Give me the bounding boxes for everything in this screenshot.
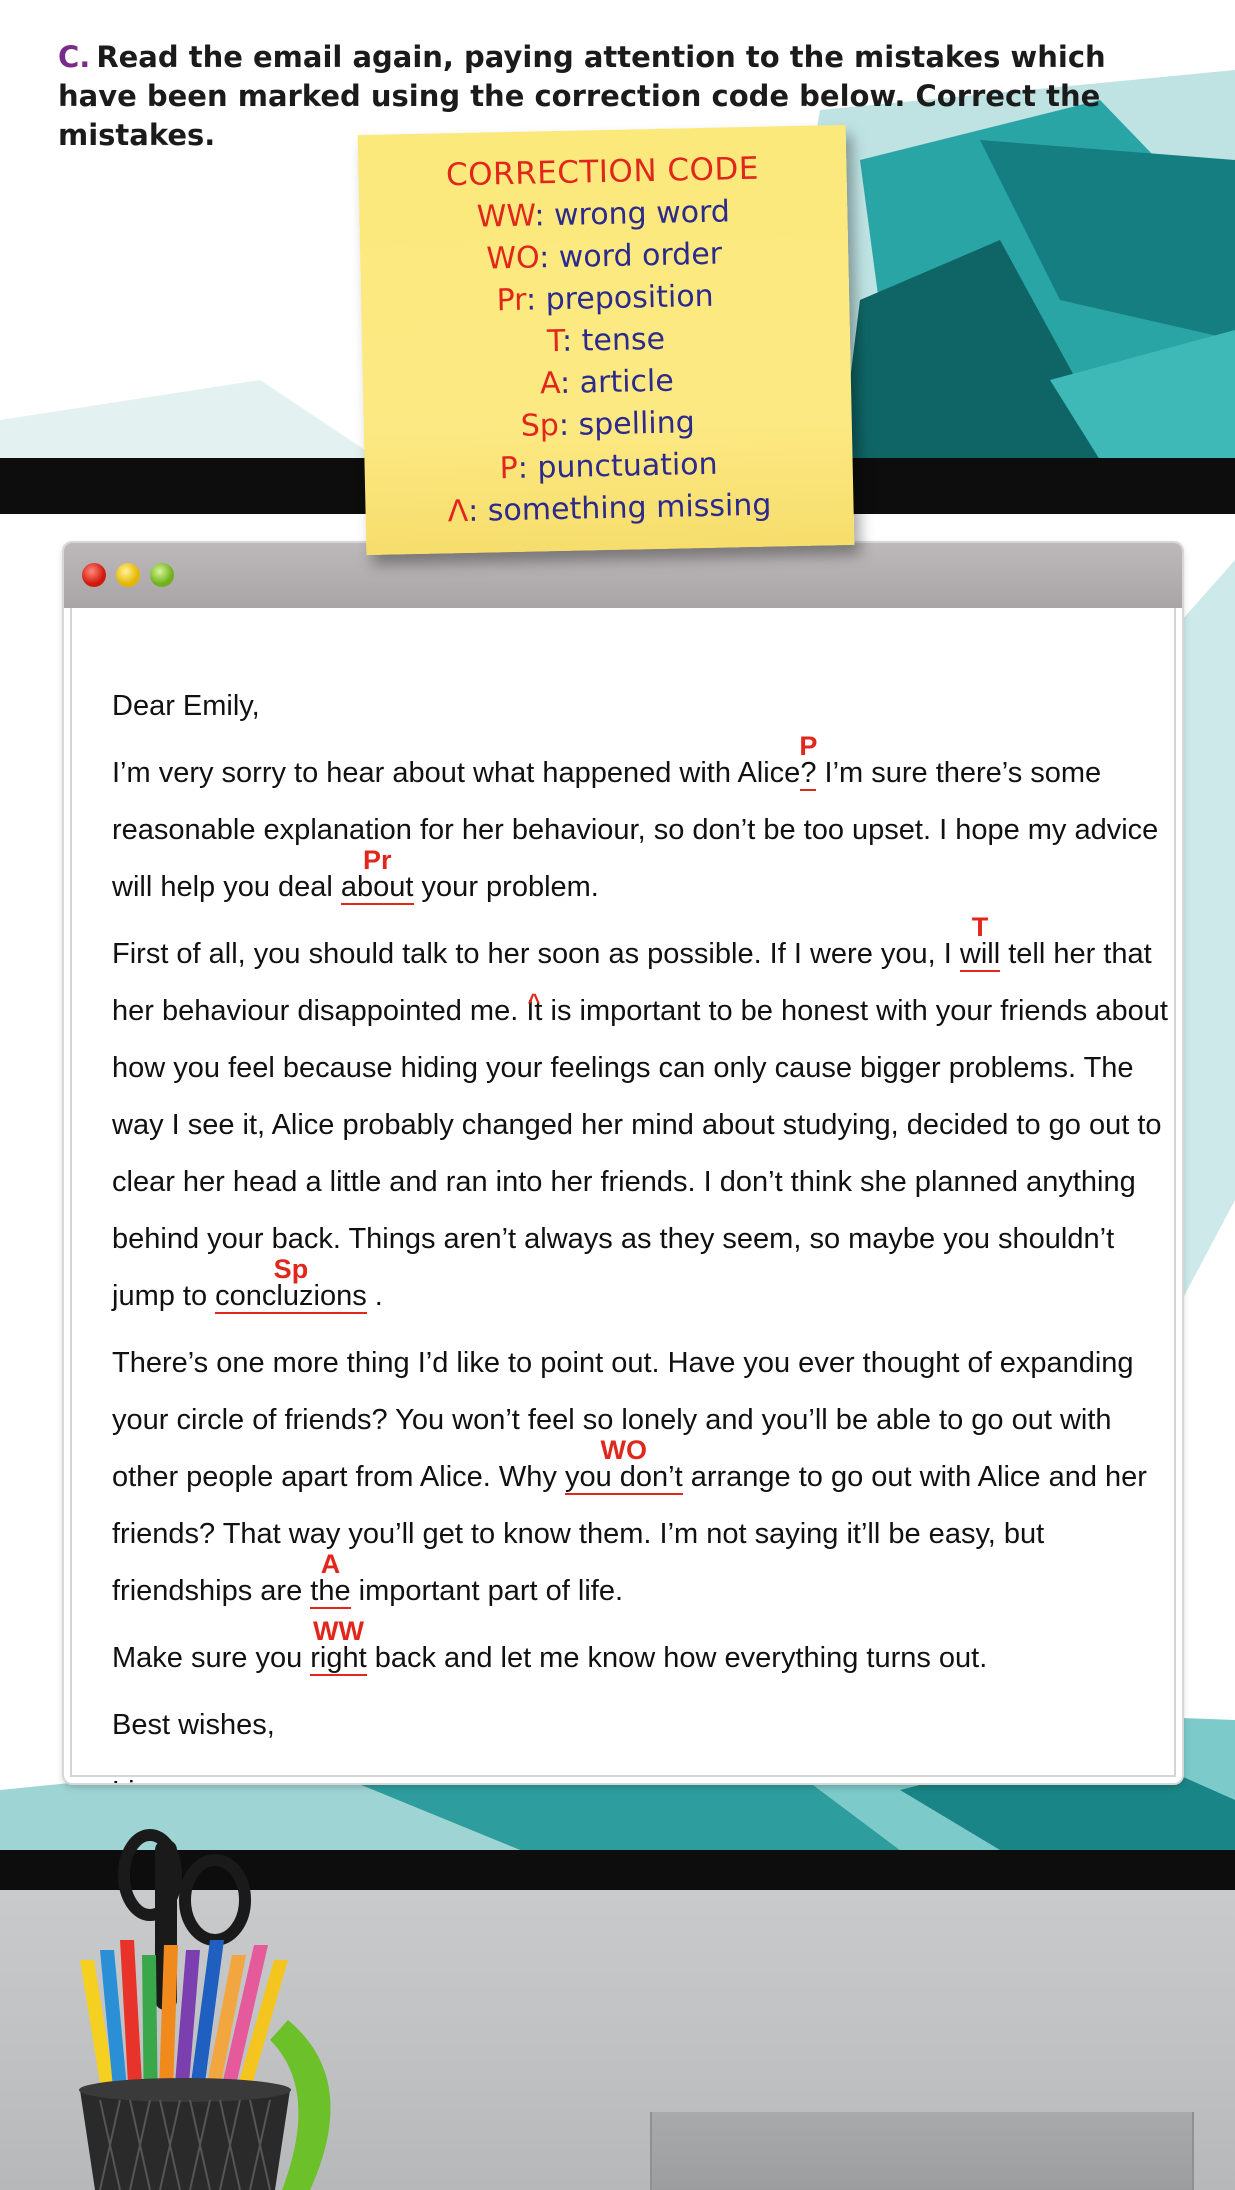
window-titlebar [64,543,1182,608]
mistake-spelling: Sp concluzions [215,1254,367,1314]
correction-code-title: CORRECTION CODE [445,150,760,194]
mistake-preposition: Pr about [340,845,414,905]
email-paragraph-2: First of all, you should talk to her ^ so… [112,912,1168,1314]
email-closing: Best wishes, [112,1709,275,1741]
correction-code-note: CORRECTION CODE WW: wrong word WO: word … [357,124,855,556]
email-paragraph-3: There’s one more thing I’d like to point… [112,1347,1147,1609]
email-signature: Lisa [112,1764,1172,1783]
mistake-wrong-word: WW right [310,1616,367,1676]
pencil-pot-illustration [79,1829,331,2190]
email-frame: Dear Emily, I’m very sorry to hear about… [70,608,1176,1783]
close-window-icon[interactable] [82,563,106,587]
email-paragraph-1: I’m very sorry to hear about what happen… [112,731,1159,905]
email-body: Dear Emily, I’m very sorry to hear about… [112,678,1172,1783]
code-row: Λ: something missing [447,487,772,530]
exercise-letter: C. [58,40,91,74]
mistake-tense: Twill [959,912,1001,972]
email-greeting: Dear Emily, [112,690,260,722]
maximize-window-icon[interactable] [150,563,174,587]
mistake-punctuation: P? [799,731,818,791]
mesh-pot-icon [79,2078,291,2190]
monitor-stand [650,2112,1194,2190]
mistake-word-order: WO you don’t [564,1435,683,1495]
email-paragraph-4: Make sure you WW right back and let me kn… [112,1616,988,1676]
mistake-article: Athe [310,1549,351,1609]
email-window: Dear Emily, I’m very sorry to hear about… [64,543,1182,1783]
minimize-window-icon[interactable] [116,563,140,587]
